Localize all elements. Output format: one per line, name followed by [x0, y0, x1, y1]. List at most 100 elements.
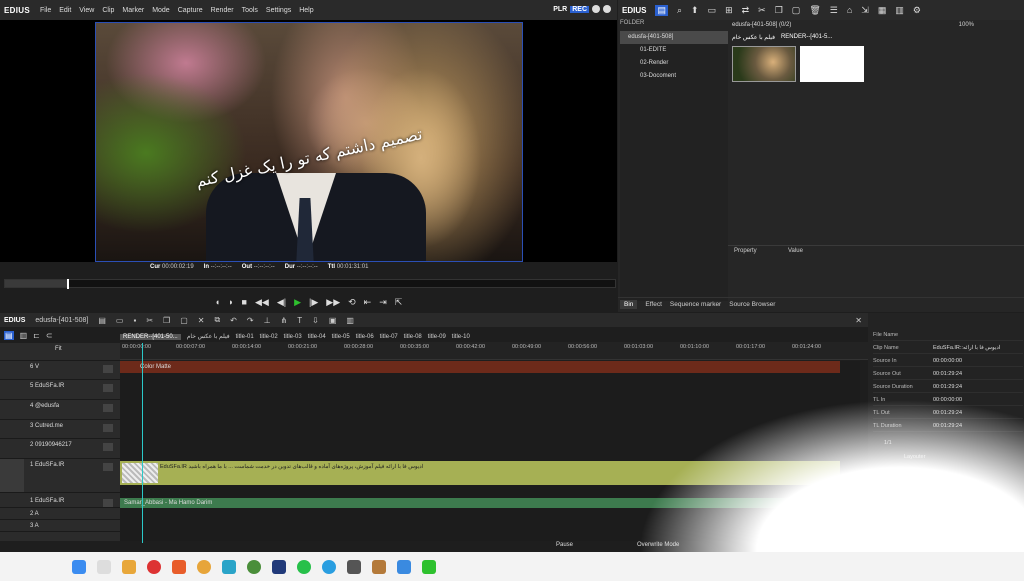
track-toggle-icon[interactable]: [103, 424, 113, 432]
telegram-icon[interactable]: [322, 559, 336, 574]
menu-edit[interactable]: Edit: [55, 7, 75, 14]
track-lock-icon[interactable]: [103, 463, 113, 471]
clip-thumbnail-2[interactable]: [800, 46, 864, 82]
search-taskbar-icon[interactable]: [97, 559, 111, 574]
sync-icon[interactable]: ⊏: [33, 331, 40, 340]
preview-scrubber[interactable]: [4, 279, 616, 289]
menu-view[interactable]: View: [75, 7, 98, 14]
copy-tl-icon[interactable]: ❐: [163, 316, 170, 325]
search-icon[interactable]: ⌕: [677, 5, 682, 16]
tag-icon[interactable]: ⌂: [847, 5, 852, 15]
grid-view-icon[interactable]: ▦: [878, 5, 887, 16]
rewind-icon[interactable]: ◀◀: [255, 297, 269, 308]
close-icon[interactable]: [603, 5, 611, 13]
opera-icon[interactable]: [147, 559, 161, 574]
export-tl-icon[interactable]: ⇩: [312, 316, 319, 325]
seq-tab-title-05[interactable]: title-05: [332, 334, 350, 340]
ripple-icon[interactable]: ⧉: [214, 315, 220, 325]
set-out-icon[interactable]: ◗: [228, 297, 233, 307]
folder-icon[interactable]: ▤: [655, 4, 668, 16]
track-3v[interactable]: 3 Cutred.me: [0, 420, 120, 439]
edge-icon[interactable]: [222, 559, 236, 574]
fit-label[interactable]: Fit: [55, 346, 62, 352]
plr-button[interactable]: PLR: [553, 6, 567, 13]
set-in-icon[interactable]: ◖: [215, 297, 220, 307]
export-clip-icon[interactable]: ⇲: [861, 5, 869, 16]
tab-bin[interactable]: Bin: [620, 300, 638, 309]
mode-icon[interactable]: ▤: [4, 330, 14, 340]
audio-clip[interactable]: Samar_Abbasi - Ma Hamo Darim: [120, 498, 840, 508]
clip-thumbnail-1[interactable]: [732, 46, 796, 82]
tab-source-browser[interactable]: Source Browser: [729, 301, 775, 308]
paste-tl-icon[interactable]: ▢: [180, 316, 188, 325]
track-toggle-icon[interactable]: [103, 365, 113, 373]
menu-settings[interactable]: Settings: [262, 7, 295, 14]
preview-frame[interactable]: تصمیم داشتم که تو را یک غزل کنم: [95, 22, 523, 262]
tab-effect[interactable]: Effect: [645, 301, 662, 308]
menu-file[interactable]: File: [36, 7, 55, 14]
up-folder-icon[interactable]: ⬆: [691, 5, 699, 16]
fast-forward-icon[interactable]: ▶▶: [326, 297, 340, 308]
track-icon[interactable]: ▥: [20, 331, 28, 340]
folder-item-edite[interactable]: 01-EDITE: [620, 44, 728, 57]
photos-icon[interactable]: [397, 559, 411, 574]
cut-icon[interactable]: ✂: [758, 5, 766, 16]
track-toggle-icon[interactable]: [103, 404, 113, 412]
settings-icon[interactable]: ⚙: [913, 5, 921, 16]
chrome-icon[interactable]: [247, 559, 261, 574]
app-icon[interactable]: [347, 559, 361, 574]
cut-tl-icon[interactable]: ✂: [146, 316, 153, 325]
brave-icon[interactable]: [172, 559, 186, 574]
replace-icon[interactable]: ⇄: [742, 5, 750, 16]
effect-layouter[interactable]: Layouter: [904, 454, 925, 460]
close-timeline-icon[interactable]: ✕: [855, 316, 868, 325]
track-5v[interactable]: 5 EduSFa.IR: [0, 380, 120, 400]
whatsapp-icon[interactable]: [297, 559, 311, 574]
menu-tools[interactable]: Tools: [238, 7, 262, 14]
menu-capture[interactable]: Capture: [174, 7, 207, 14]
menu-render[interactable]: Render: [207, 7, 238, 14]
edius-taskbar-icon[interactable]: [422, 559, 436, 574]
folder-root[interactable]: edusfa-[401-508]: [620, 31, 728, 44]
seq-tab-title-01[interactable]: title-01: [236, 334, 254, 340]
track-2v[interactable]: 2 09190946217: [0, 439, 120, 459]
menu-mode[interactable]: Mode: [148, 7, 174, 14]
marker-icon[interactable]: ⊥: [264, 316, 271, 325]
minimize-icon[interactable]: [592, 5, 600, 13]
track-lock-icon[interactable]: [103, 499, 113, 507]
seq-tab-title-02[interactable]: title-02: [260, 334, 278, 340]
properties-icon[interactable]: ☰: [830, 5, 838, 16]
seq-tab-raw[interactable]: فیلم با عکس خام: [187, 333, 230, 340]
scrub-handle[interactable]: [67, 279, 69, 289]
rec-button[interactable]: REC: [570, 5, 589, 13]
firefox-icon[interactable]: [197, 559, 211, 574]
folder-item-render[interactable]: 02-Render: [620, 57, 728, 70]
menu-marker[interactable]: Marker: [118, 7, 148, 14]
play-icon[interactable]: ▶: [294, 297, 301, 308]
explorer-icon[interactable]: [122, 559, 136, 574]
track-1v[interactable]: 1 EduSFa.IR: [0, 459, 120, 493]
seq-tab-title-07[interactable]: title-07: [380, 334, 398, 340]
tab-sequence-marker[interactable]: Sequence marker: [670, 301, 721, 308]
menu-help[interactable]: Help: [295, 7, 317, 14]
track-4v[interactable]: 4 @edusfa: [0, 400, 120, 420]
seq-tab-render[interactable]: RENDER--[401-50...: [120, 333, 181, 340]
track-toggle-icon[interactable]: [103, 384, 113, 392]
track-2a[interactable]: 2 A: [0, 508, 120, 520]
archive-icon[interactable]: [372, 559, 386, 574]
paste-icon[interactable]: ▢: [792, 5, 801, 16]
step-forward-icon[interactable]: |▶: [309, 297, 318, 308]
seq-tab-title-10[interactable]: title-10: [452, 334, 470, 340]
insert-icon[interactable]: ⇤: [364, 297, 372, 308]
undo-icon[interactable]: ↶: [230, 316, 237, 325]
video-clip[interactable]: EduSFa.IR ادیوس فا با ارائه فیلم آموزش، …: [120, 461, 840, 485]
stop-icon[interactable]: ■: [242, 297, 247, 307]
sequence-icon[interactable]: ▤: [98, 316, 106, 325]
delete-icon[interactable]: 🗑: [809, 5, 820, 16]
start-icon[interactable]: [72, 559, 86, 574]
mixer-icon[interactable]: ▥: [346, 316, 354, 325]
track-6v[interactable]: 6 V: [0, 361, 120, 380]
title-icon[interactable]: T: [297, 316, 302, 325]
track-toggle-icon[interactable]: [103, 443, 113, 451]
color-matte-clip[interactable]: Color Matte: [120, 361, 840, 373]
